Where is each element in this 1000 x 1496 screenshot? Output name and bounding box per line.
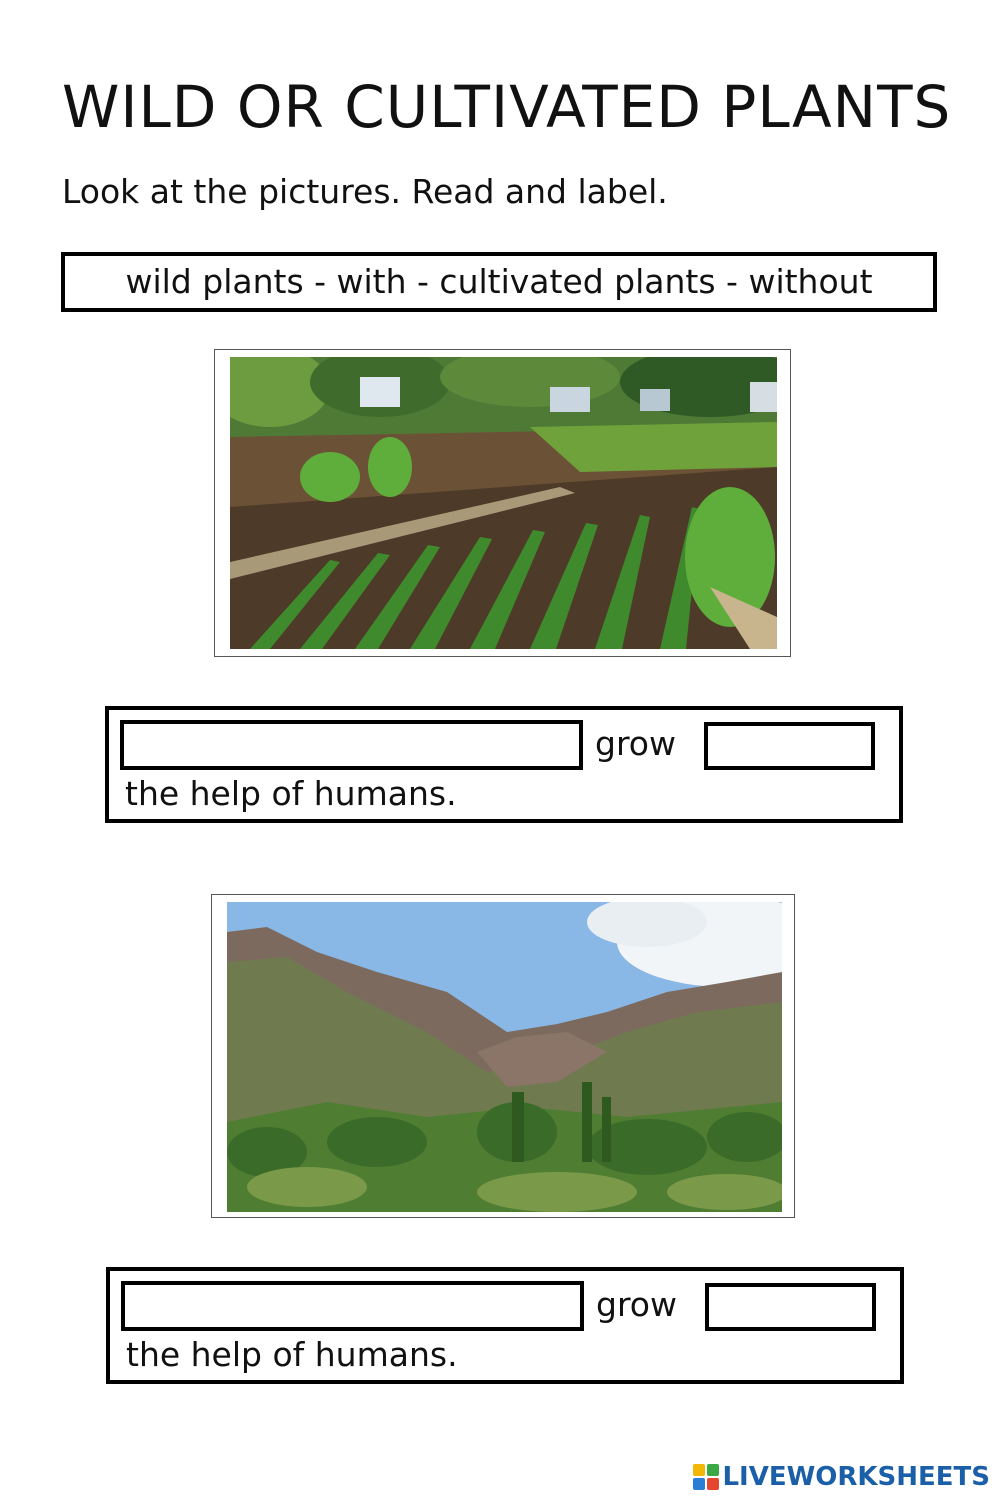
word-bank: wild plants - with - cultivated plants -… xyxy=(61,252,937,312)
mountain-picture-frame xyxy=(211,894,795,1218)
liveworksheets-logo-icon xyxy=(693,1464,720,1490)
sentence-box-1: grow the help of humans. xyxy=(105,706,903,823)
worksheet-instructions: Look at the pictures. Read and label. xyxy=(62,172,668,211)
sentence-end: the help of humans. xyxy=(126,1335,458,1374)
liveworksheets-branding[interactable]: LIVEWORKSHEETS xyxy=(693,1462,990,1492)
answer-blank-2a[interactable] xyxy=(121,1281,584,1331)
garden-picture xyxy=(230,357,777,649)
liveworksheets-brand-text: LIVEWORKSHEETS xyxy=(722,1462,990,1492)
answer-blank-1b[interactable] xyxy=(704,722,875,770)
worksheet-title: WILD OR CULTIVATED PLANTS xyxy=(62,73,952,141)
answer-blank-1a[interactable] xyxy=(120,720,583,770)
sentence-box-2: grow the help of humans. xyxy=(106,1267,904,1384)
answer-blank-2b[interactable] xyxy=(705,1283,876,1331)
sentence-end: the help of humans. xyxy=(125,774,457,813)
mountain-picture xyxy=(227,902,782,1212)
grow-word: grow xyxy=(595,724,676,763)
grow-word: grow xyxy=(596,1285,677,1324)
garden-picture-frame xyxy=(214,349,791,657)
